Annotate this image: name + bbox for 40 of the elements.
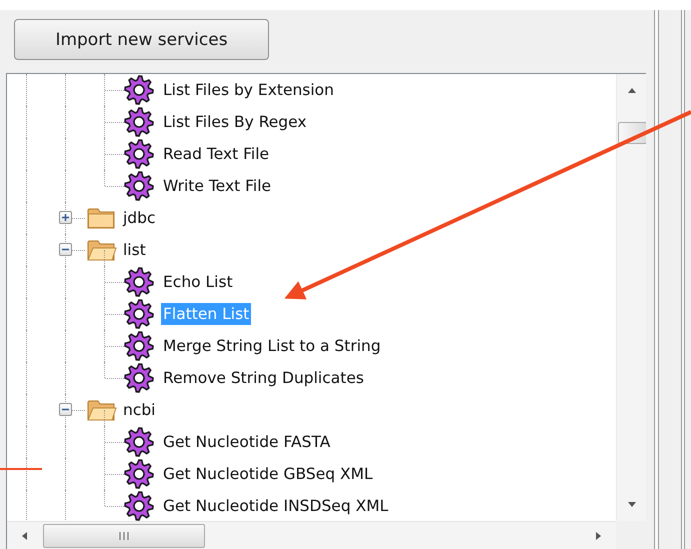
gear-icon <box>124 427 154 457</box>
expand-button[interactable] <box>59 211 72 224</box>
gear-icon <box>124 171 154 201</box>
scroll-thumb[interactable] <box>43 524 205 548</box>
open-folder-icon <box>87 398 117 422</box>
collapse-button[interactable] <box>59 403 72 416</box>
folder-item[interactable]: ncbi <box>121 399 158 421</box>
folder-icon <box>87 206 117 230</box>
gear-icon <box>124 299 154 329</box>
service-item[interactable]: Get Nucleotide INSDSeq XML <box>161 495 390 517</box>
scroll-up-icon[interactable] <box>627 86 637 96</box>
service-item[interactable]: List Files by Extension <box>161 79 336 101</box>
folder-item[interactable]: list <box>121 239 148 261</box>
annotation-line <box>0 468 42 470</box>
plus-icon <box>61 213 70 222</box>
scroll-right-icon[interactable] <box>593 530 603 540</box>
vertical-scrollbar[interactable] <box>616 74 646 521</box>
grip-icon <box>118 530 130 540</box>
collapse-button[interactable] <box>59 243 72 256</box>
scroll-down-icon[interactable] <box>627 499 637 509</box>
gear-icon <box>124 331 154 361</box>
horizontal-scrollbar[interactable] <box>7 521 616 549</box>
service-item[interactable]: Write Text File <box>161 175 274 197</box>
service-item[interactable]: Echo List <box>161 271 235 293</box>
service-item[interactable]: Merge String List to a String <box>161 335 383 357</box>
gear-icon <box>124 139 154 169</box>
service-item[interactable]: Remove String Duplicates <box>161 367 366 389</box>
gear-icon <box>124 267 154 297</box>
gear-icon <box>124 459 154 489</box>
gear-icon <box>124 107 154 137</box>
service-item[interactable]: Read Text File <box>161 143 272 165</box>
folder-item[interactable]: jdbc <box>121 207 158 229</box>
service-item[interactable]: List Files By Regex <box>161 111 309 133</box>
scroll-left-icon[interactable] <box>20 530 30 540</box>
import-services-button[interactable]: Import new services <box>14 19 269 60</box>
open-folder-icon <box>87 238 117 262</box>
service-item[interactable]: Get Nucleotide GBSeq XML <box>161 463 375 485</box>
gear-icon <box>124 363 154 393</box>
scrollbar-corner <box>616 521 646 549</box>
service-item[interactable]: Get Nucleotide FASTA <box>161 431 332 453</box>
